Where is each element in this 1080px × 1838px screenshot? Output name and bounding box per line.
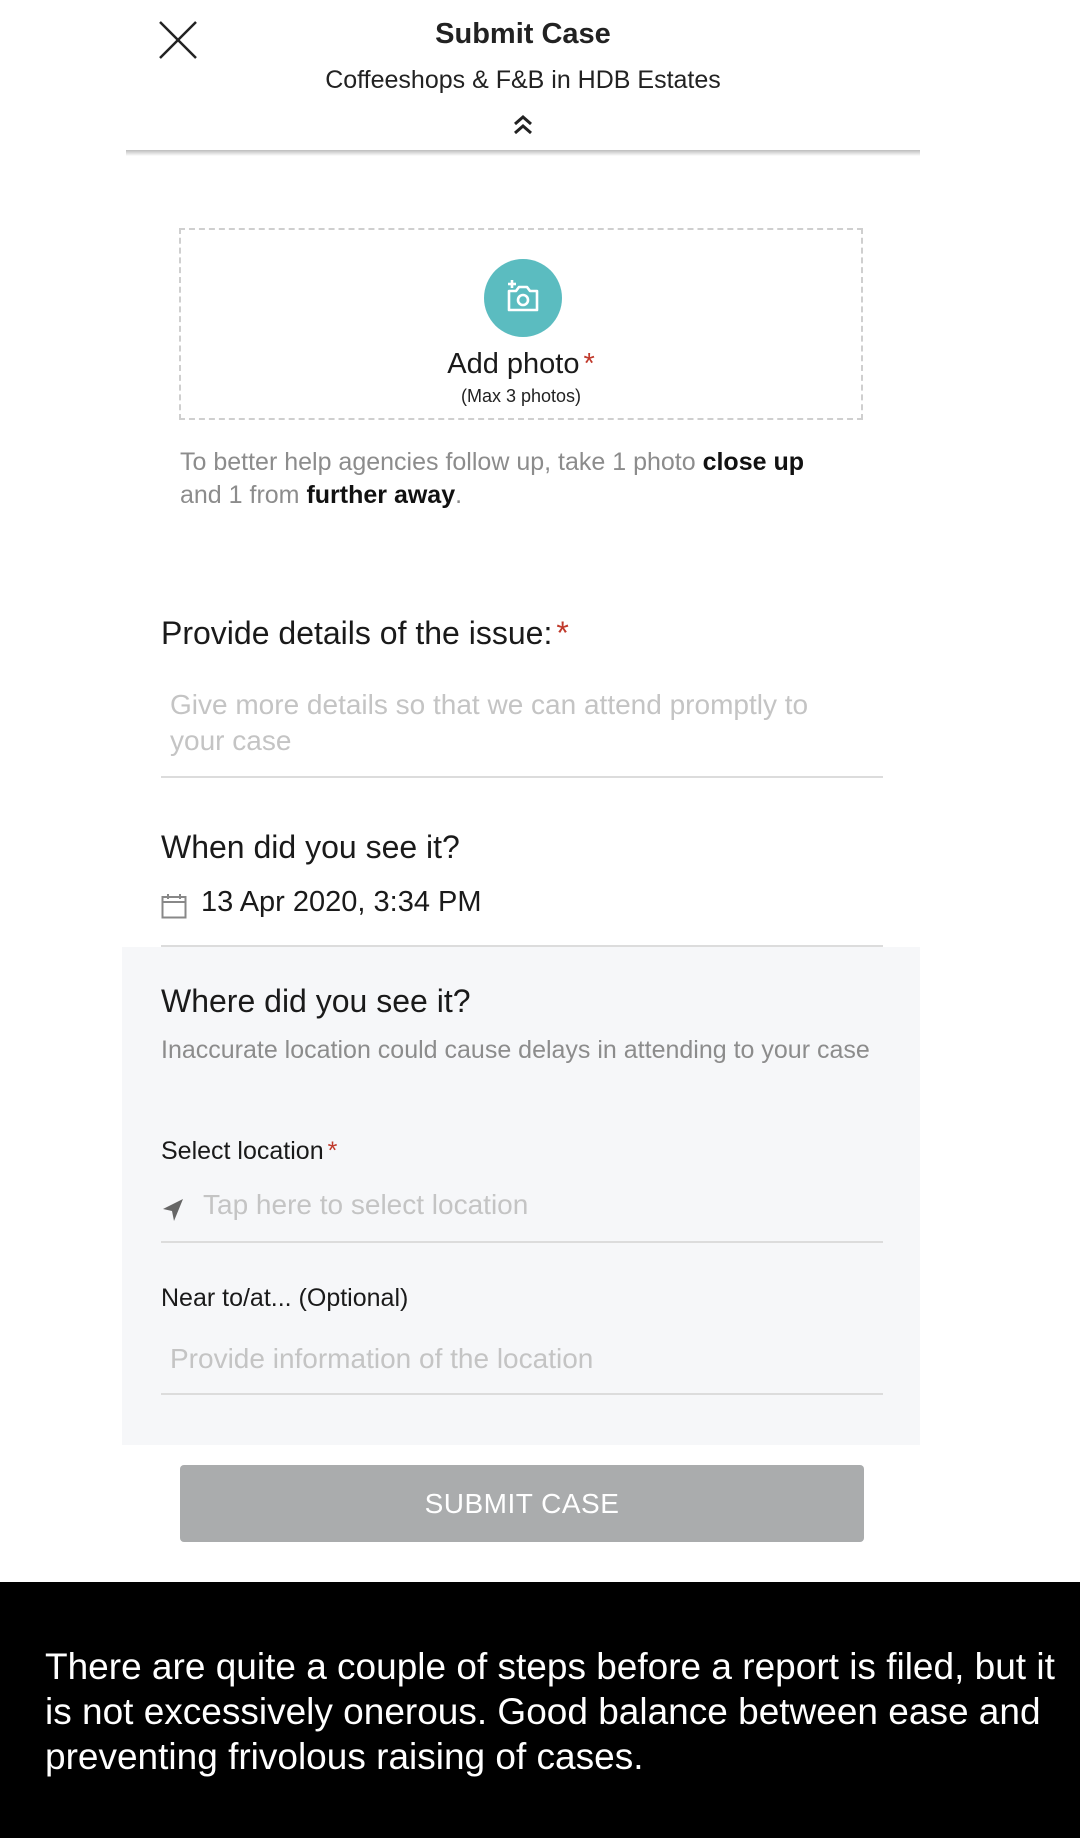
select-location-label: Select location * [161,1137,337,1166]
max-photos-note: (Max 3 photos) [460,386,582,406]
select-location-text: Select location [161,1137,324,1165]
add-photo-text: Add photo [447,348,580,380]
chevron-double-up-icon[interactable] [507,112,539,138]
details-label-text: Provide details of the issue: [161,615,553,651]
add-photo-label: Add photo * [181,348,861,381]
caption-text: There are quite a couple of steps before… [45,1646,1055,1777]
details-input[interactable]: Give more details so that we can attend … [170,687,870,759]
header: Submit Case Coffeeshops & F&B in HDB Est… [126,0,920,150]
where-label: Where did you see it? [161,983,471,1019]
near-location-underline [161,1393,883,1395]
caption-band: There are quite a couple of steps before… [0,1582,1080,1838]
near-location-input[interactable]: Provide information of the location [170,1341,870,1377]
page-title: Submit Case [435,18,611,50]
required-marker: * [327,1137,338,1165]
location-arrow-icon [161,1197,185,1228]
near-label: Near to/at... (Optional) [161,1284,409,1312]
hint-text-3: . [455,481,463,509]
page-subtitle: Coffeeshops & F&B in HDB Estates [325,66,721,94]
form-screen: Submit Case Coffeeshops & F&B in HDB Est… [0,0,1080,1582]
hint-bold-1: close up [702,448,804,476]
select-location-placeholder: Tap here to select location [203,1189,529,1220]
date-value: 13 Apr 2020, 3:34 PM [201,886,482,918]
select-location-underline [161,1241,883,1243]
select-location-field[interactable]: Tap here to select location [161,1187,883,1237]
camera-add-icon[interactable] [484,259,562,337]
header-shadow [126,150,920,156]
location-section: Where did you see it? Inaccurate locatio… [122,947,920,1445]
hint-bold-2: further away [306,481,456,509]
submit-case-button[interactable]: SUBMIT CASE [180,1465,864,1542]
add-photo-dropzone[interactable]: Add photo * (Max 3 photos) [179,228,863,420]
required-marker: * [583,348,595,380]
required-marker: * [556,615,569,651]
location-warning: Inaccurate location could cause delays i… [161,1036,870,1064]
calendar-icon [161,893,187,924]
hint-text-1: To better help agencies follow up, take … [180,448,703,476]
hint-text-2: and 1 from [180,481,307,509]
photo-hint: To better help agencies follow up, take … [180,446,880,512]
details-underline [161,776,883,778]
details-label: Provide details of the issue: * [161,615,569,652]
when-label: When did you see it? [161,829,460,865]
